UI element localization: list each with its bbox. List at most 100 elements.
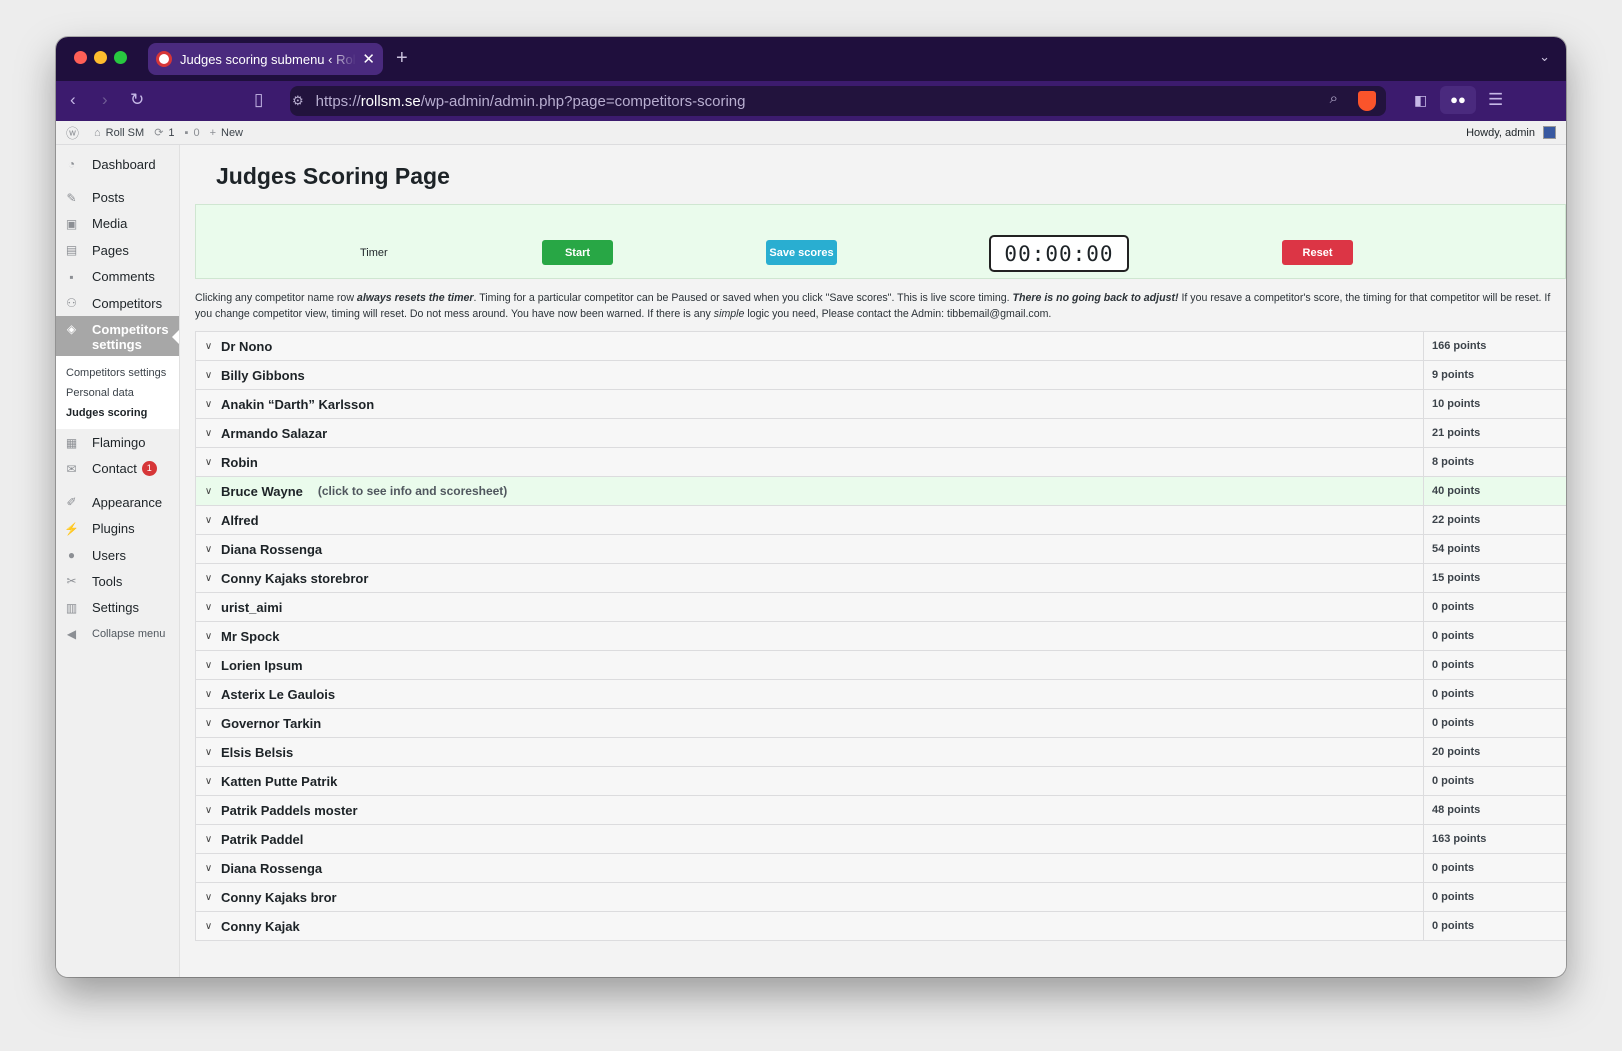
competitor-row[interactable]: ∨ Conny Kajaks bror 0 points: [195, 883, 1566, 912]
site-name-link[interactable]: ⌂ Roll SM: [94, 127, 144, 139]
url-path: /wp-admin/admin.php?page=competitors-sco…: [420, 92, 746, 110]
site-settings-icon[interactable]: ⚙: [292, 93, 304, 109]
competitor-name: Alfred: [221, 512, 259, 528]
sidebar-item-media[interactable]: ▣ Media: [56, 211, 179, 237]
competitor-row[interactable]: ∨ Lorien Ipsum 0 points: [195, 651, 1566, 680]
bookmark-icon[interactable]: ▯: [254, 90, 263, 110]
menu-icon[interactable]: ☰: [1488, 90, 1503, 110]
forward-icon[interactable]: ›: [102, 90, 108, 110]
tab-bar: Judges scoring submenu ‹ Roll SM — WordP…: [56, 37, 1566, 81]
competitor-row[interactable]: ∨ Mr Spock 0 points: [195, 622, 1566, 651]
competitor-row[interactable]: ∨ Anakin “Darth” Karlsson 10 points: [195, 390, 1566, 419]
comments-link[interactable]: ▪ 0: [185, 127, 200, 139]
sidebar-item-plugins[interactable]: ⚡ Plugins: [56, 516, 179, 542]
competitor-row[interactable]: ∨ Conny Kajak 0 points: [195, 912, 1566, 941]
sidebar-item-flamingo[interactable]: ▦ Flamingo: [56, 429, 179, 455]
collapse-menu-label: Collapse menu: [92, 628, 166, 641]
competitor-row[interactable]: ∨ urist_aimi 0 points: [195, 593, 1566, 622]
browser-tab[interactable]: Judges scoring submenu ‹ Roll SM — WordP…: [148, 43, 383, 75]
sidebar-item-pages[interactable]: ▤ Pages: [56, 237, 179, 263]
notification-badge: 1: [141, 461, 157, 477]
chevron-down-icon[interactable]: ∨: [196, 863, 221, 874]
chevron-down-icon[interactable]: ∨: [196, 370, 221, 381]
competitor-row[interactable]: ∨ Governor Tarkin 0 points: [195, 709, 1566, 738]
reader-glasses-icon[interactable]: ●●: [1440, 86, 1476, 114]
minimize-window-button[interactable]: [94, 51, 107, 64]
competitor-row[interactable]: ∨ Alfred 22 points: [195, 506, 1566, 535]
competitor-points: 0 points: [1423, 593, 1566, 621]
sidebar-item-tools[interactable]: ✂ Tools: [56, 568, 179, 594]
chevron-down-icon[interactable]: ∨: [196, 776, 221, 787]
competitor-row[interactable]: ∨ Elsis Belsis 20 points: [195, 738, 1566, 767]
close-window-button[interactable]: [74, 51, 87, 64]
sidebar-item-label: Plugins: [92, 521, 135, 537]
sidebar-item-dashboard[interactable]: ◔ Dashboard: [56, 151, 179, 177]
competitor-row[interactable]: ∨ Dr Nono 166 points: [195, 332, 1566, 361]
sidebar-item-users[interactable]: ● Users: [56, 542, 179, 568]
save-scores-button[interactable]: Save scores: [766, 240, 837, 265]
competitor-name: Katten Putte Patrik: [221, 773, 338, 789]
collapse-menu-button[interactable]: ◀ Collapse menu: [56, 621, 179, 647]
chevron-down-icon[interactable]: ∨: [196, 573, 221, 584]
chevron-down-icon[interactable]: ∨: [196, 747, 221, 758]
competitor-row[interactable]: ∨ Billy Gibbons 9 points: [195, 361, 1566, 390]
competitor-name: Lorien Ipsum: [221, 657, 303, 673]
sidebar-item-posts[interactable]: ✎ Posts: [56, 184, 179, 210]
url-host: rollsm.se: [360, 92, 421, 110]
new-content-link[interactable]: + New: [210, 127, 243, 139]
chevron-down-icon[interactable]: ∨: [196, 834, 221, 845]
chevron-down-icon[interactable]: ∨: [196, 399, 221, 410]
submenu-competitors-settings[interactable]: Competitors settings: [56, 363, 179, 383]
sidebar-item-competitors-settings[interactable]: ◈ Competitors settings: [56, 316, 179, 357]
chevron-down-icon[interactable]: ∨: [196, 689, 221, 700]
competitor-row[interactable]: ∨ Armando Salazar 21 points: [195, 419, 1566, 448]
chevron-down-icon[interactable]: ∨: [196, 602, 221, 613]
wordpress-logo-icon[interactable]: ⓦ: [66, 123, 84, 142]
sidebar-item-appearance[interactable]: ✐ Appearance: [56, 489, 179, 515]
competitor-row[interactable]: ∨ Diana Rossenga 0 points: [195, 854, 1566, 883]
chevron-down-icon[interactable]: ∨: [196, 457, 221, 468]
chevron-down-icon[interactable]: ∨: [196, 631, 221, 642]
address-bar[interactable]: ⚙ https://rollsm.se/wp-admin/admin.php?p…: [290, 86, 1386, 116]
start-button[interactable]: Start: [542, 240, 613, 265]
competitor-row[interactable]: ∨ Bruce Wayne (click to see info and score…: [195, 477, 1566, 506]
reload-icon[interactable]: ↻: [130, 90, 144, 110]
chevron-down-icon[interactable]: ∨: [196, 805, 221, 816]
sidebar-item-contact[interactable]: ✉ Contact 1: [56, 456, 179, 482]
chevron-down-icon[interactable]: ∨: [196, 341, 221, 352]
competitor-points: 22 points: [1423, 506, 1566, 534]
competitor-row[interactable]: ∨ Robin 8 points: [195, 448, 1566, 477]
new-tab-icon[interactable]: +: [396, 47, 408, 70]
competitor-row[interactable]: ∨ Diana Rossenga 54 points: [195, 535, 1566, 564]
chevron-down-icon[interactable]: ∨: [196, 486, 221, 497]
chevron-down-icon[interactable]: ∨: [196, 515, 221, 526]
competitor-row[interactable]: ∨ Asterix Le Gaulois 0 points: [195, 680, 1566, 709]
back-icon[interactable]: ‹: [70, 90, 76, 110]
chevron-down-icon[interactable]: ∨: [196, 544, 221, 555]
sidebar-item-competitors[interactable]: ⚇ Competitors: [56, 290, 179, 316]
zoom-window-button[interactable]: [114, 51, 127, 64]
submenu-personal-data[interactable]: Personal data: [56, 383, 179, 403]
updates-link[interactable]: ⟳ 1: [154, 126, 174, 140]
brave-shield-icon[interactable]: [1358, 91, 1376, 111]
competitor-row[interactable]: ∨ Patrik Paddels moster 48 points: [195, 796, 1566, 825]
competitor-name: Conny Kajak: [221, 918, 300, 934]
chevron-down-icon[interactable]: ∨: [196, 428, 221, 439]
chevron-down-icon[interactable]: ∨: [196, 660, 221, 671]
notice-warning: There is no going back to adjust!: [1012, 292, 1179, 304]
submenu-judges-scoring[interactable]: Judges scoring: [56, 403, 179, 423]
sidebar-item-comments[interactable]: ▪ Comments: [56, 264, 179, 290]
competitor-row[interactable]: ∨ Conny Kajaks storebror 15 points: [195, 564, 1566, 593]
zoom-icon[interactable]: ⌕: [1330, 90, 1338, 107]
sidebar-item-settings[interactable]: ▥ Settings: [56, 595, 179, 621]
account-menu[interactable]: Howdy, admin: [1466, 126, 1556, 139]
close-tab-icon[interactable]: ✕: [362, 50, 375, 68]
competitor-row[interactable]: ∨ Katten Putte Patrik 0 points: [195, 767, 1566, 796]
reset-button[interactable]: Reset: [1282, 240, 1353, 265]
chevron-down-icon[interactable]: ∨: [196, 921, 221, 932]
sidebar-toggle-icon[interactable]: ◧: [1414, 92, 1427, 109]
chevron-down-icon[interactable]: ⌄: [1539, 49, 1550, 65]
competitor-row[interactable]: ∨ Patrik Paddel 163 points: [195, 825, 1566, 854]
chevron-down-icon[interactable]: ∨: [196, 892, 221, 903]
chevron-down-icon[interactable]: ∨: [196, 718, 221, 729]
